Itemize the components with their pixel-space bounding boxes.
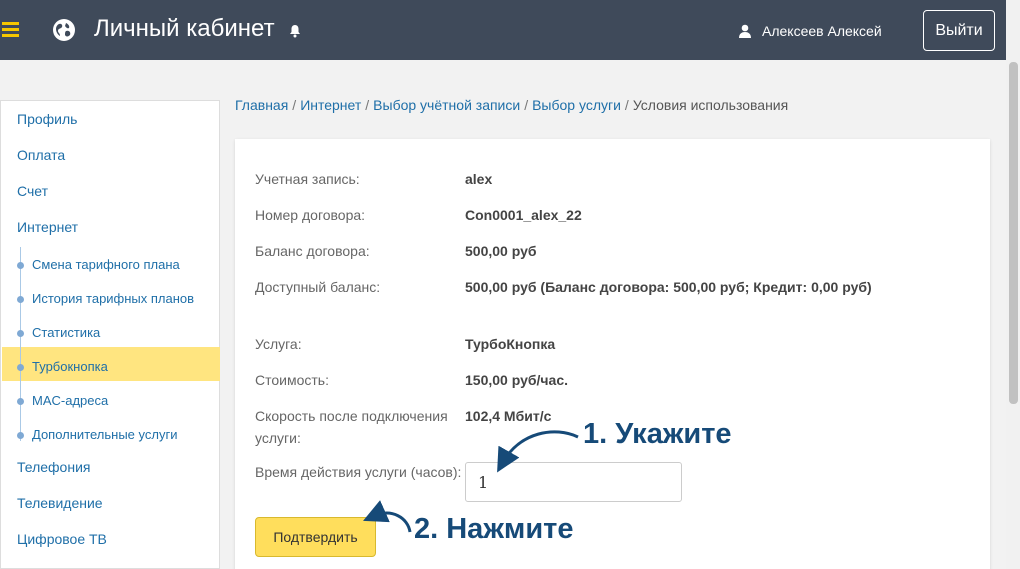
detail-value-contract: Con0001_alex_22 [465, 207, 582, 223]
sidebar-item-payment[interactable]: Оплата [17, 147, 65, 163]
sidebar-item-account[interactable]: Счет [17, 183, 48, 199]
hours-input[interactable] [465, 462, 682, 502]
breadcrumb-home[interactable]: Главная [235, 97, 288, 113]
logout-button[interactable]: Выйти [923, 10, 995, 51]
sidebar-subitem-additional-services[interactable]: Дополнительные услуги [32, 427, 202, 442]
breadcrumb: Главная / Интернет / Выбор учётной записи / Вы… [235, 97, 788, 113]
detail-value-available-balance: 500,00 руб (Баланс договора: 500,00 руб;… [465, 279, 872, 295]
sidebar: Профиль Оплата Счет Интернет Смена тариф… [0, 100, 220, 569]
sidebar-item-internet[interactable]: Интернет [17, 219, 78, 235]
detail-label-contract: Номер договора: [255, 207, 366, 223]
sidebar-item-digital-tv[interactable]: Цифровое ТВ [17, 531, 107, 547]
bell-icon[interactable] [288, 24, 302, 38]
annotation-step-1: 1. Укажите [583, 418, 732, 450]
globe-icon [53, 19, 75, 41]
breadcrumb-separator: / [624, 97, 629, 113]
breadcrumb-service-select[interactable]: Выбор услуги [532, 97, 621, 113]
detail-value-cost: 150,00 руб/час. [465, 372, 568, 388]
confirm-button[interactable]: Подтвердить [255, 517, 376, 557]
hours-label: Время действия услуги (часов): [255, 464, 462, 480]
detail-value-speed: 102,4 Мбит/с [465, 408, 552, 424]
submenu-bullet [17, 398, 24, 405]
user-name[interactable]: Алексеев Алексей [762, 23, 882, 39]
detail-label-account: Учетная запись: [255, 171, 360, 187]
submenu-bullet [17, 330, 24, 337]
sidebar-subitem-tariff-change[interactable]: Смена тарифного плана [32, 257, 202, 272]
hamburger-menu-icon[interactable] [2, 22, 19, 37]
breadcrumb-account-select[interactable]: Выбор учётной записи [373, 97, 520, 113]
detail-label-service: Услуга: [255, 336, 302, 352]
detail-value-service: ТурбоКнопка [465, 336, 556, 352]
sidebar-subitem-statistics[interactable]: Статистика [32, 325, 202, 340]
sidebar-item-television[interactable]: Телевидение [17, 495, 103, 511]
user-icon [739, 24, 751, 38]
top-bar: Личный кабинет Алексеев Алексей Выйти [0, 0, 1006, 60]
breadcrumb-separator: / [292, 97, 297, 113]
submenu-connector-line [20, 247, 21, 441]
sidebar-item-profile[interactable]: Профиль [17, 111, 77, 127]
sidebar-item-telephony[interactable]: Телефония [17, 459, 90, 475]
breadcrumb-current: Условия использования [632, 97, 789, 113]
submenu-bullet [17, 262, 24, 269]
sidebar-subitem-turbo-button[interactable]: Турбокнопка [32, 359, 202, 374]
service-details-card: Учетная запись: alex Номер договора: Con… [235, 139, 990, 569]
detail-label-cost: Стоимость: [255, 372, 329, 388]
app-title: Личный кабинет [94, 15, 275, 42]
sidebar-subitem-tariff-history[interactable]: История тарифных планов [32, 291, 202, 306]
breadcrumb-separator: / [365, 97, 370, 113]
detail-label-available-balance: Доступный баланс: [255, 279, 381, 295]
breadcrumb-separator: / [524, 97, 529, 113]
submenu-bullet [17, 296, 24, 303]
scrollbar-thumb[interactable] [1009, 62, 1018, 404]
detail-value-account: alex [465, 171, 493, 187]
submenu-bullet [17, 364, 24, 371]
annotation-step-2: 2. Нажмите [414, 513, 574, 545]
detail-value-balance: 500,00 руб [465, 243, 537, 259]
breadcrumb-internet[interactable]: Интернет [300, 97, 361, 113]
submenu-bullet [17, 432, 24, 439]
detail-label-speed: Скорость после подключения услуги: [255, 408, 448, 446]
detail-label-balance: Баланс договора: [255, 243, 370, 259]
sidebar-subitem-mac-addresses[interactable]: MAC-адреса [32, 393, 202, 408]
